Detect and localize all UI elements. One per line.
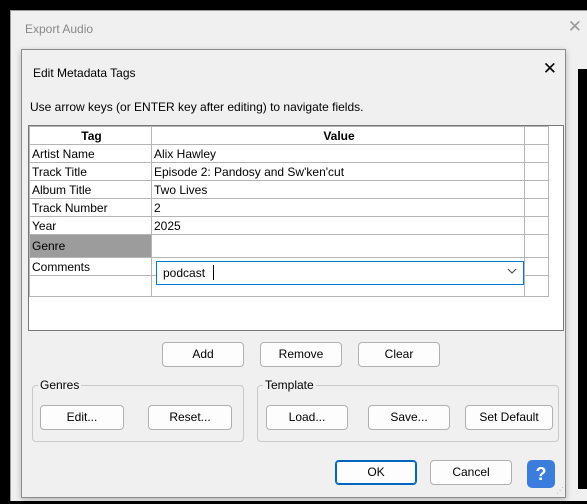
template-groupbox: Template Load... Save... Set Default (257, 378, 559, 442)
genres-group-label: Genres (38, 378, 82, 392)
genre-combobox-value[interactable]: podcast (163, 266, 205, 280)
tag-cell[interactable]: Comments (29, 257, 152, 276)
text-caret (213, 265, 214, 280)
table-row[interactable]: Album Title Two Lives (29, 180, 549, 199)
window-title: Export Audio (25, 22, 94, 36)
table-row[interactable]: Track Number 2 (29, 198, 549, 217)
tag-cell[interactable]: Track Title (29, 162, 152, 181)
spacer-cell (524, 257, 549, 276)
set-default-template-button[interactable]: Set Default (465, 405, 553, 430)
column-header-tag[interactable]: Tag (29, 126, 152, 145)
ok-button[interactable]: OK (335, 460, 417, 485)
chevron-down-icon[interactable] (507, 267, 517, 275)
cancel-button[interactable]: Cancel (430, 460, 512, 485)
tag-cell[interactable]: Track Number (29, 198, 152, 217)
table-row[interactable]: Track Title Episode 2: Pandosy and Sw'ke… (29, 162, 549, 181)
clear-button[interactable]: Clear (358, 342, 440, 367)
column-header-value[interactable]: Value (151, 126, 525, 145)
tag-cell[interactable]: Album Title (29, 180, 152, 199)
value-cell[interactable]: Two Lives (151, 180, 525, 199)
tag-cell[interactable]: Artist Name (29, 144, 152, 163)
spacer-cell (524, 198, 549, 217)
edit-genres-button[interactable]: Edit... (40, 405, 124, 430)
value-cell-editing[interactable] (151, 234, 525, 258)
edit-metadata-dialog: Edit Metadata Tags ✕ Use arrow keys (or … (21, 49, 566, 498)
template-group-label: Template (263, 378, 316, 392)
table-row[interactable]: Year 2025 (29, 216, 549, 235)
close-icon[interactable]: ✕ (568, 17, 582, 37)
background-strip (578, 69, 587, 489)
save-template-button[interactable]: Save... (368, 405, 450, 430)
spacer-cell (524, 216, 549, 235)
help-icon[interactable]: ? (527, 460, 555, 488)
resize-grip-icon[interactable]: ⋰ (556, 486, 564, 495)
value-cell[interactable]: Alix Hawley (151, 144, 525, 163)
spacer-cell (524, 162, 549, 181)
genre-combobox[interactable]: podcast (156, 261, 524, 285)
tag-cell-selected[interactable]: Genre (29, 234, 152, 258)
column-header-spacer (524, 126, 549, 145)
reset-genres-button[interactable]: Reset... (148, 405, 232, 430)
dialog-title: Edit Metadata Tags (33, 66, 136, 80)
table-row[interactable]: Artist Name Alix Hawley (29, 144, 549, 163)
tag-cell[interactable]: Year (29, 216, 152, 235)
table-row-selected[interactable]: Genre (29, 234, 549, 258)
spacer-cell (524, 234, 549, 258)
value-cell[interactable]: Episode 2: Pandosy and Sw'ken'cut (151, 162, 525, 181)
add-button[interactable]: Add (162, 342, 244, 367)
value-cell[interactable]: 2 (151, 198, 525, 217)
metadata-grid[interactable]: Tag Value Artist Name Alix Hawley Track … (28, 125, 564, 331)
close-icon[interactable]: ✕ (543, 59, 557, 79)
remove-button[interactable]: Remove (260, 342, 342, 367)
spacer-cell (524, 275, 549, 297)
instructions-text: Use arrow keys (or ENTER key after editi… (30, 100, 364, 114)
grid-header-row: Tag Value (29, 126, 549, 145)
genres-groupbox: Genres Edit... Reset... (32, 378, 244, 442)
spacer-cell (524, 144, 549, 163)
empty-cell[interactable] (29, 275, 152, 297)
load-template-button[interactable]: Load... (266, 405, 348, 430)
spacer-cell (524, 180, 549, 199)
value-cell[interactable]: 2025 (151, 216, 525, 235)
